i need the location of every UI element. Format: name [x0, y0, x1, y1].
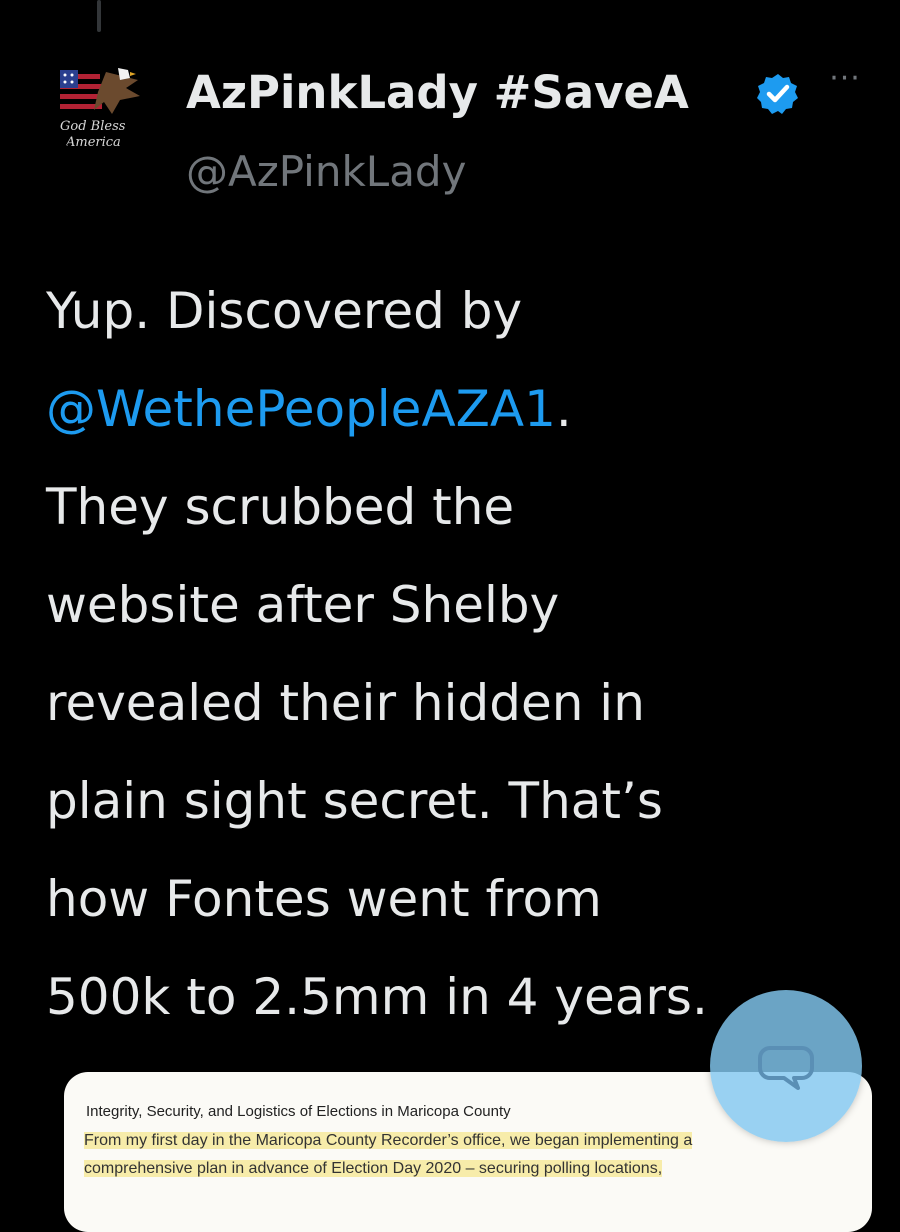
post-text-line: They scrubbed the — [46, 478, 515, 536]
post-text-line: plain sight secret. That’s — [46, 772, 663, 830]
post-text-line-mention: @WethePeopleAZA1. — [46, 360, 886, 458]
author-avatar[interactable]: God Bless America — [46, 52, 150, 156]
document-line: From my first day in the Maricopa County… — [84, 1130, 693, 1152]
document-title: Integrity, Security, and Logistics of El… — [86, 1103, 511, 1120]
post-text-line: Yup. Discovered by — [46, 282, 523, 340]
post-text-line: revealed their hidden in — [46, 674, 645, 732]
avatar-text-1: God Bless — [60, 119, 126, 134]
avatar-text-2: America — [65, 135, 121, 150]
author-display-name[interactable]: AzPinkLady #SaveA — [186, 62, 770, 124]
highlighted-text: comprehensive plan in advance of Electio… — [84, 1160, 663, 1177]
more-options-button[interactable]: ··· — [820, 64, 870, 94]
verified-badge-icon — [756, 72, 800, 116]
chat-bubble-icon — [758, 1046, 814, 1090]
thread-connector-line — [97, 0, 101, 32]
post-text-line: how Fontes went from — [46, 870, 602, 928]
highlighted-text: From my first day in the Maricopa County… — [84, 1132, 693, 1149]
mention-suffix: . — [555, 380, 572, 438]
author-handle[interactable]: @AzPinkLady — [186, 142, 466, 202]
document-line: comprehensive plan in advance of Electio… — [84, 1158, 663, 1180]
post-text: Yup. Discovered by @WethePeopleAZA1. The… — [46, 262, 886, 1046]
floating-chat-button[interactable] — [710, 990, 862, 1142]
eagle-flag-avatar-icon: God Bless America — [46, 52, 150, 156]
post-text-line: website after Shelby — [46, 576, 560, 634]
mention-link[interactable]: @WethePeopleAZA1 — [46, 380, 556, 438]
